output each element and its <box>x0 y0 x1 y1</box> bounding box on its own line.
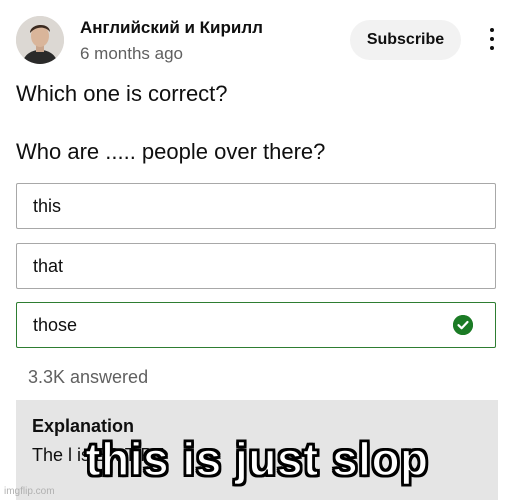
question-line-2: Who are ..... people over there? <box>16 139 326 164</box>
meme-caption: this is just slop <box>85 432 429 486</box>
option-label: this <box>33 196 62 216</box>
watermark: imgflip.com <box>4 486 55 497</box>
option-those[interactable]: those <box>16 302 496 348</box>
option-label: those <box>33 315 78 335</box>
more-vertical-icon[interactable] <box>484 28 500 54</box>
answered-count: 3.3K answered <box>28 367 149 387</box>
option-this[interactable]: this <box>16 183 496 229</box>
quiz-question: Which one is correct? Who are ..... peop… <box>16 80 506 166</box>
option-label: that <box>33 256 64 276</box>
question-line-1: Which one is correct? <box>16 81 228 106</box>
channel-name[interactable]: Английский и Кирилл <box>80 18 263 38</box>
subscribe-button[interactable]: Subscribe <box>350 20 461 60</box>
post-header: Английский и Кирилл 6 months ago Subscri… <box>0 0 514 80</box>
check-circle-icon <box>453 315 473 335</box>
option-that[interactable]: that <box>16 243 496 289</box>
post-timestamp: 6 months ago <box>80 44 184 63</box>
channel-avatar[interactable] <box>16 16 64 64</box>
